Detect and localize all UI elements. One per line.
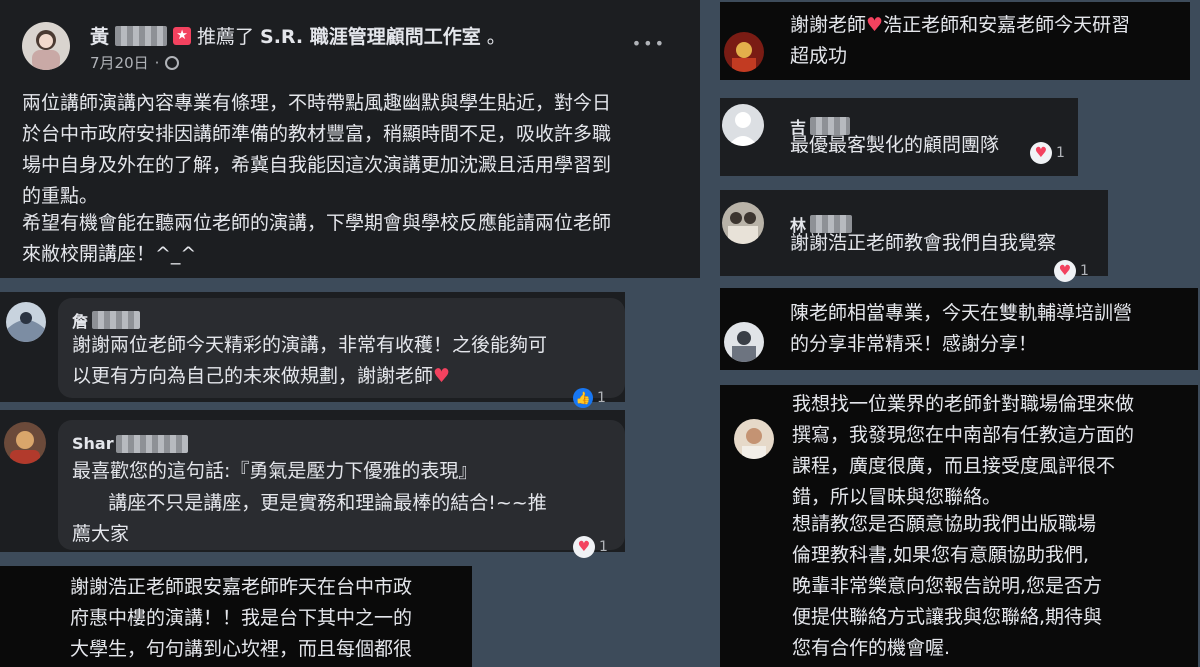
comment-paragraph-1: 我想找一位業界的老師針對職場倫理來做 撰寫，我發現您在中南部有任教這方面的 課程…: [792, 393, 1135, 508]
comment-card: 陳老師相當專業，今天在雙軌輔導培訓營 的分享非常精采！感謝分享！: [720, 288, 1198, 370]
globe-icon: [165, 55, 180, 70]
commenter-avatar[interactable]: [734, 419, 774, 459]
commenter-avatar[interactable]: [722, 202, 764, 244]
commenter-avatar[interactable]: [722, 104, 764, 146]
comment-card: 詹 謝謝兩位老師今天精彩的演講，非常有收穫！之後能夠可 以更有方向為自己的未來做…: [0, 292, 625, 408]
comment-text-line1: 最喜歡您的這句話:『勇氣是壓力下優雅的表現』: [72, 460, 478, 482]
comment-text: 謝謝浩正老師教會我們自我覺察: [790, 232, 1057, 254]
comment-text: 謝謝老師♥浩正老師和安嘉老師今天研習 超成功: [790, 14, 1131, 67]
comment-card: 林 謝謝浩正老師教會我們自我覺察 ♥ 1: [720, 190, 1108, 282]
comment-card: 謝謝浩正老師跟安嘉老師昨天在台中市政 府惠中樓的演講！！我是台下其中之一的 大學…: [0, 566, 472, 667]
comment-card: Shar 最喜歡您的這句話:『勇氣是壓力下優雅的表現』 講座不只是講座，更是實務…: [0, 410, 625, 558]
comment-text-line2: 講座不只是講座，更是實務和理論最棒的結合!~~推 薦大家: [72, 492, 547, 545]
post-paragraph-2: 希望有機會能在聽兩位老師的演講，下學期會與學校反應能請兩位老師 來敝校開講座！^…: [22, 212, 612, 265]
commenter-avatar[interactable]: [6, 302, 46, 342]
comment-text: 最優最客製化的顧問團隊: [790, 134, 1000, 156]
post-date[interactable]: 7月20日: [90, 52, 149, 73]
commenter-name[interactable]: 詹: [72, 308, 88, 332]
comment-card: 謝謝老師♥浩正老師和安嘉老師今天研習 超成功: [720, 2, 1190, 80]
heart-icon: ♥: [866, 14, 884, 36]
reaction-count[interactable]: ♥ 1: [573, 536, 608, 558]
heart-reaction-icon: ♥: [1054, 260, 1076, 282]
recommend-star-icon: ★: [173, 26, 192, 45]
comment-bubble: 詹 謝謝兩位老師今天精彩的演講，非常有收穫！之後能夠可 以更有方向為自己的未來做…: [58, 298, 625, 398]
comment-text: 陳老師相當專業，今天在雙軌輔導培訓營 的分享非常精采！感謝分享！: [790, 302, 1133, 355]
commenter-avatar[interactable]: [724, 32, 764, 72]
commenter-avatar[interactable]: [724, 322, 764, 362]
reaction-count[interactable]: ♥ 1: [1030, 142, 1065, 164]
more-options-icon[interactable]: •••: [632, 34, 666, 53]
comment-card: 我想找一位業界的老師針對職場倫理來做 撰寫，我發現您在中南部有任教這方面的 課程…: [720, 385, 1198, 667]
commenter-name[interactable]: Shar: [72, 434, 114, 453]
dot-separator: ·: [154, 53, 160, 72]
recommend-verb: 推薦了: [197, 26, 255, 48]
reaction-count[interactable]: 👍 1: [573, 388, 606, 408]
redacted-name: [92, 311, 141, 329]
redacted-name: [115, 434, 188, 453]
author-avatar[interactable]: [22, 22, 70, 70]
comment-text: 謝謝兩位老師今天精彩的演講，非常有收穫！之後能夠可 以更有方向為自己的未來做規劃…: [72, 334, 548, 387]
like-icon: 👍: [573, 388, 593, 408]
page-name-link[interactable]: S.R. 職涯管理顧問工作室: [260, 22, 481, 49]
comment-text: 謝謝浩正老師跟安嘉老師昨天在台中市政 府惠中樓的演講！！我是台下其中之一的 大學…: [70, 576, 413, 660]
heart-reaction-icon: ♥: [1030, 142, 1052, 164]
comment-bubble: Shar 最喜歡您的這句話:『勇氣是壓力下優雅的表現』 講座不只是講座，更是實務…: [58, 420, 625, 550]
comment-card: 吉 最優最客製化的顧問團隊 ♥ 1: [720, 98, 1078, 176]
post-paragraph-1: 兩位講師演講內容專業有條理，不時帶點風趣幽默與學生貼近，對今日 於台中市政府安排…: [22, 92, 612, 207]
heart-icon: ♥: [433, 365, 451, 387]
comment-paragraph-2: 想請教您是否願意協助我們出版職場 倫理教科書,如果您有意願協助我們, 晚輩非常樂…: [792, 513, 1103, 659]
heart-reaction-icon: ♥: [573, 536, 595, 558]
reaction-count[interactable]: ♥ 1: [1054, 260, 1089, 282]
redacted-name: [115, 25, 168, 46]
post-card: 黃 ★ 推薦了 S.R. 職涯管理顧問工作室 。 7月20日 · ••• 兩位講…: [0, 0, 700, 278]
commenter-avatar[interactable]: [4, 422, 46, 464]
author-name[interactable]: 黃: [90, 22, 109, 49]
